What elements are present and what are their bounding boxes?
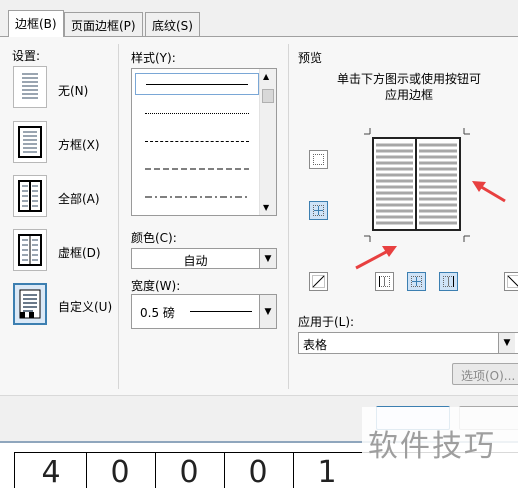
setting-custom-button[interactable] [13, 283, 47, 325]
dash-dot-line-sample [145, 196, 249, 198]
table-cell-number: 0 [110, 455, 130, 488]
preview-heading: 预览 [298, 51, 323, 65]
width-value: 0.5 磅 [140, 306, 175, 320]
border-left-icon [379, 276, 390, 287]
table-cell-number: 4 [41, 455, 61, 488]
diagonal-down-icon [507, 275, 518, 288]
line-style-solid[interactable] [135, 73, 259, 95]
line-style-list[interactable]: ▲ ▼ [131, 68, 277, 216]
color-value: 自动 [183, 254, 208, 268]
chevron-down-icon[interactable]: ▼ [498, 333, 515, 353]
border-grid-icon [18, 234, 42, 266]
border-inside-vertical-icon [411, 276, 422, 287]
scroll-thumb[interactable] [262, 89, 274, 103]
color-label: 颜色(C): [131, 231, 177, 245]
border-custom-icon [19, 289, 41, 319]
border-preview-diagram[interactable] [362, 126, 474, 244]
table-cell-border [155, 452, 156, 488]
table-cell-border [86, 452, 87, 488]
setting-grid-label[interactable]: 虚框(D) [58, 244, 101, 261]
dashed-line-sample [145, 168, 249, 170]
setting-box-label[interactable]: 方框(X) [58, 136, 100, 153]
width-label: 宽度(W): [131, 279, 181, 293]
right-border-button[interactable] [439, 272, 458, 291]
apply-to-label: 应用于(L): [298, 315, 355, 329]
left-border-button[interactable] [375, 272, 394, 291]
column-divider [118, 44, 119, 389]
setting-all-button[interactable] [13, 175, 47, 217]
border-none-icon [22, 73, 38, 99]
diagonal-up-border-button[interactable] [504, 272, 518, 291]
line-style-dash-dot[interactable] [135, 187, 259, 209]
border-box-icon [18, 126, 42, 158]
chevron-down-icon[interactable]: ▼ [259, 295, 276, 328]
line-style-dotted[interactable] [135, 103, 259, 125]
apply-to-value: 表格 [303, 338, 328, 352]
options-button[interactable]: 选项(O)... [452, 363, 518, 385]
red-arrow-icon [355, 246, 397, 270]
border-inside-horizontal-icon [313, 205, 324, 216]
table-cell-border [224, 452, 225, 488]
border-all-icon [18, 180, 42, 212]
setting-none-label[interactable]: 无(N) [58, 82, 88, 99]
border-right-icon [443, 276, 454, 287]
border-top-icon [313, 154, 324, 165]
setting-box-button[interactable] [13, 121, 47, 163]
table-cell-border [293, 452, 294, 488]
style-heading: 样式(Y): [131, 51, 176, 65]
tab-page-borders[interactable]: 页面边框(P) [64, 12, 143, 36]
table-cell-number: 1 [317, 455, 337, 488]
inside-horizontal-border-button[interactable] [309, 201, 328, 220]
tab-shading[interactable]: 底纹(S) [145, 12, 200, 36]
width-select[interactable]: 0.5 磅 ▼ [131, 294, 277, 329]
diagonal-up-icon [312, 275, 325, 288]
width-line-sample [190, 311, 252, 312]
watermark-text: 软件技巧 [362, 407, 518, 465]
column-divider [288, 44, 289, 389]
scroll-up-arrow-icon[interactable]: ▲ [263, 72, 269, 81]
table-cell-number: 0 [248, 455, 268, 488]
preview-hint: 单击下方图示或使用按钮可 应用边框 [336, 72, 481, 102]
style-list-scrollbar[interactable]: ▲ ▼ [259, 69, 276, 215]
inside-vertical-border-button[interactable] [407, 272, 426, 291]
top-border-button[interactable] [309, 150, 328, 169]
scroll-down-arrow-icon[interactable]: ▼ [263, 203, 269, 212]
settings-heading: 设置: [12, 49, 41, 63]
line-style-dashed[interactable] [135, 159, 259, 181]
table-cell-number: 0 [179, 455, 199, 488]
color-select[interactable]: 自动 ▼ [131, 248, 277, 269]
setting-custom-label[interactable]: 自定义(U) [58, 298, 112, 315]
setting-none-button[interactable] [13, 66, 47, 108]
apply-to-select[interactable]: 表格 ▼ [298, 332, 518, 354]
red-arrow-icon [472, 181, 506, 203]
line-style-dashed-small[interactable] [135, 131, 259, 153]
tab-borders[interactable]: 边框(B) [8, 10, 64, 37]
diagonal-down-border-button[interactable] [309, 272, 328, 291]
table-cell-border [14, 452, 15, 488]
setting-all-label[interactable]: 全部(A) [58, 190, 100, 207]
setting-grid-button[interactable] [13, 229, 47, 271]
chevron-down-icon[interactable]: ▼ [259, 249, 276, 268]
